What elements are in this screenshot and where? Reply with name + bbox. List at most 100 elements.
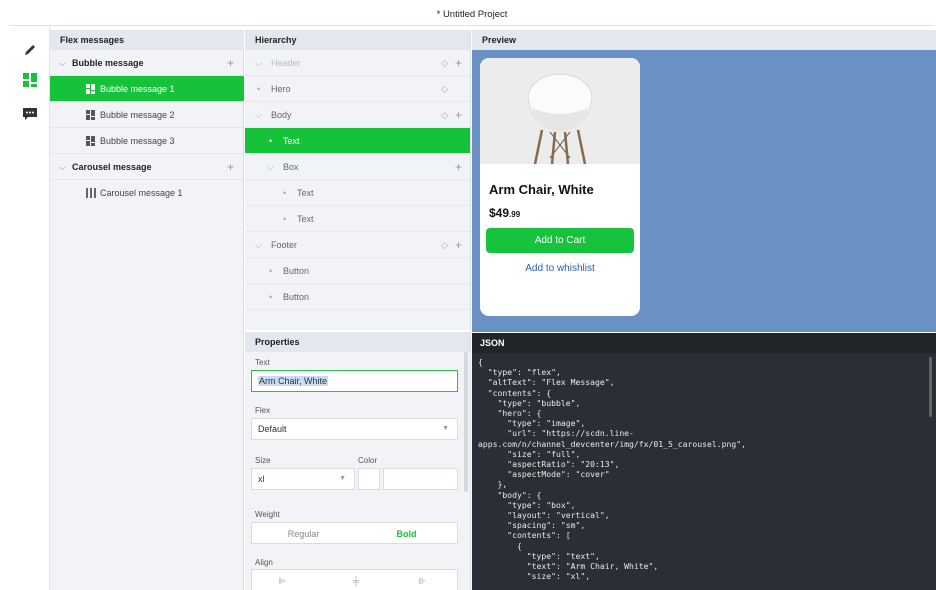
tree-node-label: Button [283,266,310,276]
properties-title: Properties [245,332,470,352]
tree-node-hero[interactable]: • Hero ◇ [245,76,470,102]
tree-node-label: Text [297,214,314,224]
tree-node-label: Button [283,292,310,302]
preview-title: Preview [472,30,936,50]
add-icon[interactable]: + [455,154,462,180]
chevron-down-icon: ▼ [339,475,346,482]
align-label: Align [255,558,273,567]
list-item-label: Carousel message 1 [100,188,183,198]
bullet-icon: • [269,266,273,276]
tree-node-text[interactable]: • Text [245,180,470,206]
bullet-icon: • [257,84,261,94]
properties-panel: Properties Text Arm Chair, White Flex De… [245,332,471,590]
weight-label: Weight [255,510,280,519]
align-right-icon[interactable]: ⊪ [412,570,432,590]
list-item-label: Bubble message 1 [100,84,175,94]
align-left-icon[interactable]: ⊫ [272,570,292,590]
text-field[interactable]: Arm Chair, White [251,370,458,392]
flex-select-value: Default [258,424,287,434]
flex-messages-title: Flex messages [50,30,244,50]
tree-node-label: Body [271,110,292,120]
add-to-wishlist-link[interactable]: Add to whishlist [486,258,634,280]
text-label: Text [255,358,270,367]
bubble-icon [86,136,96,146]
eye-icon[interactable]: ◇ [441,50,448,76]
list-item-label: Bubble message 2 [100,110,175,120]
carousel-icon [86,188,96,198]
left-toolbar [10,26,50,590]
grid-icon[interactable] [22,72,38,88]
add-icon[interactable]: + [455,232,462,258]
price-main: $49 [489,206,510,220]
list-item-bubble-message-2[interactable]: Bubble message 2 [50,102,244,128]
chevron-down-icon: ⌵ [59,162,66,172]
add-to-cart-button[interactable]: Add to Cart [486,228,634,253]
color-label: Color [358,456,378,465]
list-item-bubble-message-1[interactable]: Bubble message 1 [50,76,244,102]
tree-node-label: Box [283,162,299,172]
flex-select[interactable]: Default ▼ [251,418,458,440]
tree-node-label: Text [297,188,314,198]
chat-icon[interactable] [22,106,38,122]
tree-node-button[interactable]: • Button [245,258,470,284]
bullet-icon: • [269,136,273,146]
price-cents: .99 [509,210,521,219]
tree-node-label: Header [271,58,301,68]
tree-node-box[interactable]: ⌵ Box + [245,154,470,180]
tree-node-label: Text [283,136,300,146]
eye-icon[interactable]: ◇ [441,102,448,128]
eye-icon[interactable]: ◇ [441,76,448,102]
add-icon[interactable]: + [455,102,462,128]
align-center-icon[interactable]: ╪ [346,570,366,590]
color-hex-field[interactable] [383,468,458,490]
json-scrollbar[interactable] [929,357,932,417]
preview-panel: Preview Arm Chair, White $49.99 Add to C… [472,30,936,332]
group-bubble-message[interactable]: ⌵ Bubble message + [50,50,244,76]
add-icon[interactable]: + [227,50,234,76]
align-toggle: ⊫ ╪ ⊪ [251,569,458,590]
flex-messages-panel: Flex messages ⌵ Bubble message + Bubble … [50,30,244,590]
chevron-down-icon: ⌵ [59,58,66,68]
weight-toggle: Regular Bold [251,522,458,544]
flex-bubble-card: Arm Chair, White $49.99 Add to Cart Add … [480,58,640,316]
group-carousel-message[interactable]: ⌵ Carousel message + [50,154,244,180]
window-title: * Untitled Project [10,4,934,26]
json-title: JSON [472,333,936,353]
properties-scrollbar[interactable] [464,352,468,492]
tree-node-text[interactable]: • Text [245,206,470,232]
json-panel: JSON { "type": "flex", "altText": "Flex … [472,333,936,590]
list-item-carousel-message-1[interactable]: Carousel message 1 [50,180,244,206]
text-field-value: Arm Chair, White [258,376,329,386]
color-swatch[interactable] [358,468,380,490]
add-icon[interactable]: + [455,50,462,76]
list-item-label: Bubble message 3 [100,136,175,146]
chevron-down-icon: ⌵ [255,110,262,120]
size-label: Size [255,456,271,465]
chevron-down-icon: ⌵ [255,58,262,68]
flex-label: Flex [255,406,271,415]
tree-node-button[interactable]: • Button [245,284,470,310]
tree-node-body[interactable]: ⌵ Body ◇ + [245,102,470,128]
add-icon[interactable]: + [227,154,234,180]
tree-node-footer[interactable]: ⌵ Footer ◇ + [245,232,470,258]
hierarchy-title: Hierarchy [245,30,470,50]
chevron-down-icon: ▼ [442,425,449,432]
json-code[interactable]: { "type": "flex", "altText": "Flex Messa… [478,357,926,589]
weight-bold-option[interactable]: Bold [355,523,458,545]
chair-image [480,58,640,164]
pencil-icon[interactable] [22,42,38,58]
bubble-icon [86,110,96,120]
size-select[interactable]: xl ▼ [251,468,355,490]
product-price: $49.99 [489,206,520,220]
product-title: Arm Chair, White [489,182,594,197]
bullet-icon: • [283,188,287,198]
size-select-value: xl [258,474,265,484]
tree-node-header[interactable]: ⌵ Header ◇ + [245,50,470,76]
tree-node-text-selected[interactable]: • Text [245,128,470,154]
eye-icon[interactable]: ◇ [441,232,448,258]
weight-regular-option[interactable]: Regular [252,523,355,545]
chevron-down-icon: ⌵ [267,162,274,172]
list-item-bubble-message-3[interactable]: Bubble message 3 [50,128,244,154]
bullet-icon: • [283,214,287,224]
hierarchy-panel: Hierarchy ⌵ Header ◇ + • Hero ◇ ⌵ Body ◇ +… [245,30,471,330]
